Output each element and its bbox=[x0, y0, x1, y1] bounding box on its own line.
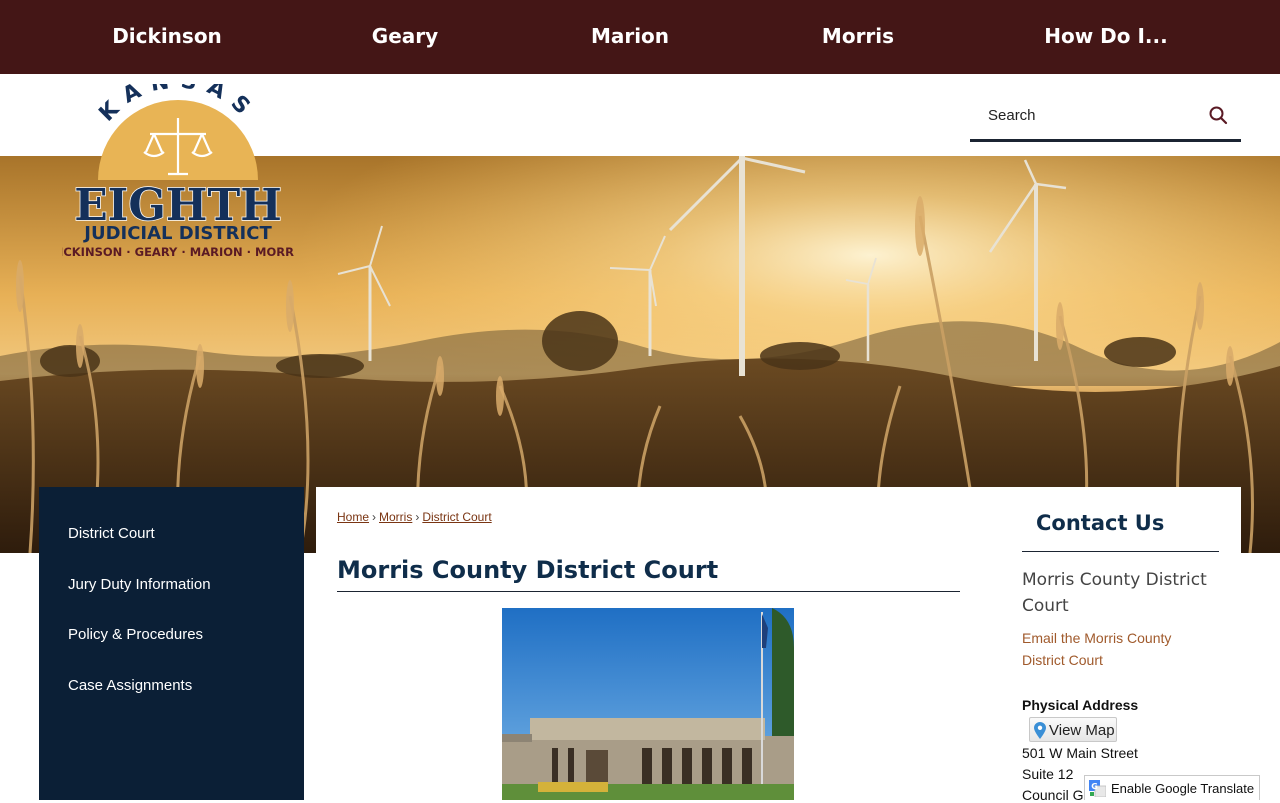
logo-counties-text: DICKINSON · GEARY · MARION · MORRIS bbox=[62, 245, 294, 259]
google-translate-icon: G bbox=[1089, 780, 1106, 797]
breadcrumb-separator: › bbox=[372, 510, 377, 524]
google-translate-label: Enable Google Translate bbox=[1111, 781, 1255, 796]
map-pin-icon bbox=[1034, 722, 1046, 739]
nav-item-geary[interactable]: Geary bbox=[360, 0, 450, 74]
address-line-2: Suite 12 bbox=[1022, 766, 1074, 782]
page-title: Morris County District Court bbox=[337, 556, 960, 592]
sidebar-navigation: District Court Jury Duty Information Pol… bbox=[39, 487, 304, 800]
nav-item-dickinson[interactable]: Dickinson bbox=[112, 0, 222, 74]
courthouse-image bbox=[502, 608, 794, 800]
google-translate-button[interactable]: G Enable Google Translate bbox=[1084, 775, 1260, 800]
top-navigation: Dickinson Geary Marion Morris How Do I..… bbox=[0, 0, 1280, 74]
contact-divider bbox=[1022, 551, 1219, 552]
physical-address-label: Physical Address bbox=[1022, 697, 1139, 713]
nav-item-marion[interactable]: Marion bbox=[580, 0, 680, 74]
courthouse-photo bbox=[502, 608, 794, 800]
address-line-3: Council G bbox=[1022, 787, 1084, 803]
breadcrumb-current-link[interactable]: District Court bbox=[422, 510, 491, 524]
breadcrumb-home-link[interactable]: Home bbox=[337, 510, 369, 524]
search-box bbox=[970, 92, 1241, 142]
search-input[interactable] bbox=[988, 104, 1198, 126]
view-map-label: View Map bbox=[1049, 722, 1115, 739]
breadcrumb-morris-link[interactable]: Morris bbox=[379, 510, 412, 524]
view-map-button[interactable]: View Map bbox=[1029, 717, 1117, 742]
site-logo[interactable]: KANSAS EIGHTH JUDICIAL DISTRICT DICKINSO… bbox=[49, 68, 306, 266]
sidebar-item-district-court[interactable]: District Court bbox=[68, 525, 155, 542]
nav-item-how-do-i[interactable]: How Do I... bbox=[1040, 0, 1172, 74]
contact-us-title: Contact Us bbox=[1036, 511, 1165, 535]
breadcrumb-separator: › bbox=[415, 510, 420, 524]
address-line-1: 501 W Main Street bbox=[1022, 745, 1138, 761]
logo-graphic: KANSAS EIGHTH JUDICIAL DISTRICT DICKINSO… bbox=[49, 68, 306, 259]
contact-email-link[interactable]: Email the Morris County District Court bbox=[1022, 627, 1212, 671]
contact-name: Morris County District Court bbox=[1022, 570, 1207, 616]
sidebar-item-policy-procedures[interactable]: Policy & Procedures bbox=[68, 626, 203, 643]
breadcrumb: Home › Morris › District Court bbox=[337, 510, 492, 524]
nav-item-morris[interactable]: Morris bbox=[810, 0, 906, 74]
logo-sub-text: JUDICIAL DISTRICT bbox=[82, 223, 272, 244]
sidebar-item-case-assignments[interactable]: Case Assignments bbox=[68, 677, 192, 694]
sidebar-item-jury-duty[interactable]: Jury Duty Information bbox=[68, 576, 211, 593]
svg-text:G: G bbox=[1091, 782, 1098, 791]
search-icon[interactable] bbox=[1208, 105, 1228, 125]
